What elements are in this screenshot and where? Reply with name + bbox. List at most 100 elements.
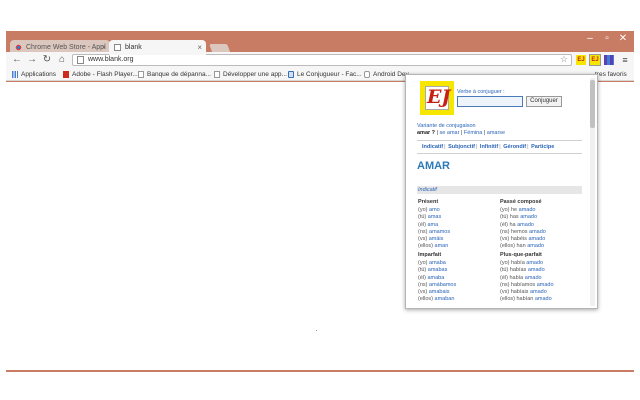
logo-letters: EJ xyxy=(427,86,451,108)
conjugation-row: (ns) amamos xyxy=(418,228,451,235)
back-arrow-icon[interactable]: ← xyxy=(11,53,23,67)
page-icon xyxy=(214,71,220,78)
conjugation-row: (ns) hemos amado xyxy=(500,228,546,235)
separator: | xyxy=(483,130,486,136)
page-icon xyxy=(114,44,121,51)
bookmark-android[interactable]: Android Dev xyxy=(364,68,409,81)
conjugation-row: (ellos) amaban xyxy=(418,296,455,303)
separator: | xyxy=(527,144,529,150)
apps-grid-icon xyxy=(12,71,18,78)
bookmark-adobe[interactable]: Adobe - Flash Player... xyxy=(63,68,138,81)
el-conjugueur-active-icon[interactable]: EJ xyxy=(589,54,601,66)
close-window-icon[interactable]: ✕ xyxy=(616,33,630,45)
mode-subjonctif[interactable]: Subjonctif xyxy=(448,144,475,150)
bookmark-label: Développer une app... xyxy=(223,71,287,78)
separator: | xyxy=(460,130,463,136)
conjugation-row: (yo) amo xyxy=(418,207,440,214)
popup-scrollbar-thumb[interactable] xyxy=(590,80,595,128)
extension-grid-icon[interactable] xyxy=(604,55,614,65)
conjugation-row: (yo) amaba xyxy=(418,260,446,267)
conjugation-row: (vs) habíais amado xyxy=(500,289,547,296)
android-icon xyxy=(364,71,370,78)
title-bar: Chrome Web Store - Appl × blank × – ▫ ✕ xyxy=(6,31,634,55)
conjugueur-popup: EJ Verbe à conjuguer : Conjuguer Variant… xyxy=(405,74,598,309)
conjugation-row: (vs) amabais xyxy=(418,289,450,296)
mood-heading: Indicatif xyxy=(417,186,582,194)
el-conjugueur-extension-icon[interactable]: EJ xyxy=(576,55,586,65)
conjugation-row: (yo) había amado xyxy=(500,260,544,267)
bookmark-label: Adobe - Flash Player... xyxy=(72,71,138,78)
reload-icon[interactable]: ↻ xyxy=(41,53,53,67)
bookmark-label: Android Dev xyxy=(373,71,409,78)
bookmark-label: Banque de dépanna... xyxy=(147,71,211,78)
close-icon[interactable]: × xyxy=(197,40,202,55)
bookmark-conjugueur[interactable]: Le Conjugueur - Fac... xyxy=(288,68,362,81)
tense-title: Présent xyxy=(418,199,439,205)
maximize-icon[interactable]: ▫ xyxy=(600,33,614,45)
bookmark-label: Applications xyxy=(21,71,57,78)
address-bar[interactable]: www.blank.org ☆ xyxy=(72,54,572,66)
verb-title: AMAR xyxy=(417,160,450,172)
verb-label: Verbe à conjuguer : xyxy=(457,89,505,95)
conjugation-row: (tú) amas xyxy=(418,214,442,221)
tab-title: Chrome Web Store - Appl xyxy=(26,44,106,51)
page-dot xyxy=(316,330,317,331)
mode-infinitif[interactable]: Infinitif xyxy=(480,144,498,150)
separator: | xyxy=(475,144,478,150)
tense-title: Plus-que-parfait xyxy=(500,252,542,258)
conjugation-row: (él) había amado xyxy=(500,274,542,281)
tense-title: Passé composé xyxy=(500,199,542,205)
separator: | xyxy=(444,144,446,150)
adobe-icon xyxy=(63,71,69,78)
other-bookmarks[interactable]: tres favoris xyxy=(595,68,627,81)
forward-arrow-icon[interactable]: → xyxy=(26,53,38,67)
separator: | xyxy=(436,130,439,136)
conjugation-row: (él) ama xyxy=(418,221,439,228)
variante-current: amar ? xyxy=(417,130,436,136)
chrome-store-icon xyxy=(15,44,22,51)
conjugation-row: (ellos) han amado xyxy=(500,243,545,250)
mode-indicatif[interactable]: Indicatif xyxy=(422,144,443,150)
conjugation-row: (vs) amáis xyxy=(418,236,444,243)
bookmark-star-icon[interactable]: ☆ xyxy=(560,54,568,65)
tense-present: Présent (yo) amo (tú) amas (él) ama (ns)… xyxy=(418,199,450,250)
chrome-menu-icon[interactable]: ≡ xyxy=(620,53,630,67)
home-icon[interactable]: ⌂ xyxy=(56,53,68,67)
bookmark-banque[interactable]: Banque de dépanna... xyxy=(138,68,211,81)
minimize-icon[interactable]: – xyxy=(583,33,597,45)
browser-toolbar: ← → ↻ ⌂ www.blank.org ☆ EJ EJ ≡ xyxy=(6,52,634,68)
address-url: www.blank.org xyxy=(88,56,134,63)
tense-plus-que-parfait: Plus-que-parfait (yo) había amado (tú) h… xyxy=(500,252,554,303)
conjugation-row: (ellos) aman xyxy=(418,243,449,250)
verb-input[interactable] xyxy=(457,96,523,107)
tab-blank[interactable]: blank × xyxy=(109,40,206,55)
bookmark-label: Le Conjugueur - Fac... xyxy=(297,71,362,78)
tab-title: blank xyxy=(125,44,142,51)
conjugation-row: (él) ha amado xyxy=(500,221,534,228)
conjugation-row: (él) amaba xyxy=(418,274,445,281)
mode-links: Indicatif| Subjonctif| Infinitif| Gérond… xyxy=(422,144,554,150)
logo-card: EJ xyxy=(425,86,451,110)
conjugation-row: (tú) amabas xyxy=(418,267,448,274)
el-conjugueur-logo: EJ xyxy=(420,81,454,115)
conjugation-row: (ns) amábamos xyxy=(418,281,457,288)
conjugation-row: (yo) he amado xyxy=(500,207,536,214)
conjugate-button[interactable]: Conjuguer xyxy=(526,96,562,107)
divider xyxy=(417,140,582,141)
tense-passe-compose: Passé composé (yo) he amado (tú) has ama… xyxy=(500,199,546,250)
variante-option[interactable]: Fémina xyxy=(464,130,482,136)
conjugueur-icon xyxy=(288,71,294,78)
variante-option[interactable]: se amar xyxy=(440,130,460,136)
separator: | xyxy=(499,144,501,150)
mode-participe[interactable]: Participe xyxy=(531,144,554,150)
variante-label: Variante de conjugaison xyxy=(417,123,476,129)
bookmark-developper[interactable]: Développer une app... xyxy=(214,68,287,81)
mode-gerondif[interactable]: Gérondif xyxy=(503,144,526,150)
bookmark-applications[interactable]: Applications xyxy=(12,68,56,81)
tense-imparfait: Imparfait (yo) amaba (tú) amabas (él) am… xyxy=(418,252,456,303)
variante-option[interactable]: amarse xyxy=(487,130,505,136)
variante-options: amar ? | se amar | Fémina | amarse xyxy=(417,130,505,136)
page-icon xyxy=(138,71,144,78)
tense-title: Imparfait xyxy=(418,252,442,258)
conjugation-row: (ns) habíamos amado xyxy=(500,281,554,288)
